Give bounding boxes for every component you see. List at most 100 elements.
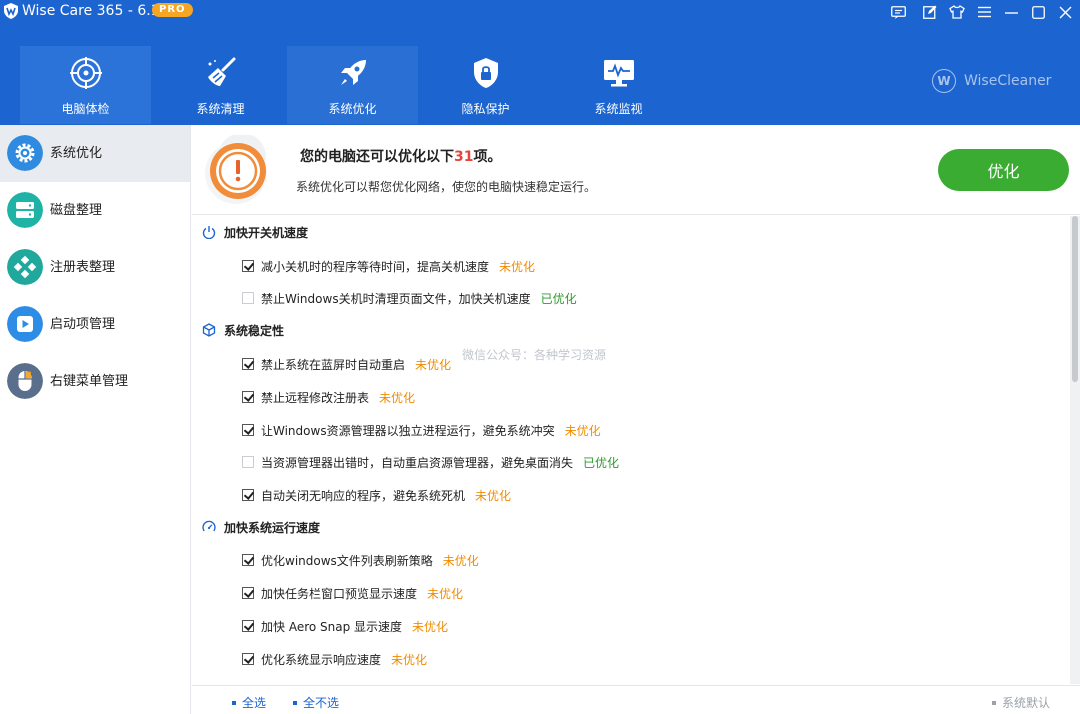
header-bar: Wise Care 365 - 6.1.7 PRO 电脑体检 系统清理 系统优化… — [0, 0, 1080, 125]
broom-icon — [207, 57, 235, 86]
app-title: Wise Care 365 - 6.1.7 — [22, 3, 173, 19]
item-checkbox[interactable] — [242, 456, 254, 468]
item-label: 禁止Windows关机时清理页面文件，加快关机速度 — [261, 291, 531, 306]
speedometer-icon — [202, 520, 216, 532]
gear-icon — [7, 135, 43, 171]
tab-label: 系统清理 — [196, 102, 245, 116]
tab-system-monitor[interactable]: 系统监视 — [553, 46, 684, 124]
section-title: 系统稳定性 — [224, 323, 285, 338]
list-item[interactable]: 加快 Aero Snap 显示速度 未优化 — [242, 617, 448, 635]
list-item[interactable]: 让Windows资源管理器以独立进程运行，避免系统冲突 未优化 — [242, 421, 601, 439]
item-label: 禁止远程修改注册表 — [261, 390, 370, 405]
mouse-icon — [7, 363, 43, 399]
registry-icon — [7, 249, 43, 285]
sidebar-item-label: 系统优化 — [50, 146, 103, 161]
power-icon — [202, 226, 216, 239]
sidebar-item-label: 右键菜单管理 — [50, 374, 129, 389]
system-default-label: 系统默认 — [1002, 696, 1051, 710]
section-header: 系统稳定性 — [202, 320, 284, 340]
tab-privacy[interactable]: 隐私保护 — [420, 46, 551, 124]
tab-pc-checkup[interactable]: 电脑体检 — [20, 46, 151, 124]
tab-system-optimize[interactable]: 系统优化 — [287, 46, 418, 124]
item-status: 未优化 — [564, 423, 601, 438]
monitor-icon — [603, 60, 634, 87]
sidebar-item-label: 启动项管理 — [50, 317, 116, 332]
rocket-icon — [340, 60, 366, 85]
maximize-icon[interactable] — [1028, 3, 1048, 21]
list-item[interactable]: 优化windows文件列表刷新策略 未优化 — [242, 551, 479, 569]
wisecleaner-brand: W WiseCleaner — [932, 69, 1051, 93]
item-status: 未优化 — [379, 390, 416, 405]
bullet-icon — [232, 700, 236, 705]
item-checkbox[interactable] — [242, 424, 254, 436]
list-item[interactable]: 加快任务栏窗口预览显示速度 未优化 — [242, 584, 463, 602]
cube-icon — [202, 323, 216, 337]
optimize-button[interactable]: 优化 — [938, 149, 1069, 191]
item-label: 减小关机时的程序等待时间，提高关机速度 — [261, 259, 490, 274]
title-bar[interactable]: Wise Care 365 - 6.1.7 PRO — [0, 0, 1080, 24]
select-all-link[interactable]: 全选 — [232, 694, 266, 711]
item-label: 加快任务栏窗口预览显示速度 — [261, 586, 418, 601]
item-label: 加快 Aero Snap 显示速度 — [261, 619, 403, 634]
item-checkbox[interactable] — [242, 489, 254, 501]
close-icon[interactable] — [1055, 3, 1075, 21]
brand-name: WiseCleaner — [964, 73, 1052, 89]
tab-label: 系统监视 — [594, 102, 643, 116]
item-checkbox[interactable] — [242, 260, 254, 272]
tab-system-clean[interactable]: 系统清理 — [155, 46, 286, 124]
list-scrollbar[interactable] — [1070, 216, 1080, 684]
select-none-link[interactable]: 全不选 — [293, 694, 339, 711]
item-checkbox[interactable] — [242, 653, 254, 665]
scrollbar-thumb[interactable] — [1072, 216, 1078, 382]
shield-lock-icon — [473, 58, 498, 88]
item-status: 未优化 — [442, 553, 479, 568]
item-label: 让Windows资源管理器以独立进程运行，避免系统冲突 — [261, 423, 555, 438]
section-title: 加快开关机速度 — [224, 225, 309, 240]
item-status: 未优化 — [412, 619, 449, 634]
item-label: 优化windows文件列表刷新策略 — [261, 553, 433, 568]
section-header: 加快系统运行速度 — [202, 517, 320, 537]
tab-label: 电脑体检 — [61, 102, 110, 116]
item-checkbox[interactable] — [242, 391, 254, 403]
optimize-summary-title: 您的电脑还可以优化以下31项。 — [300, 149, 502, 165]
watermark-text: 微信公众号：各种学习资源 — [462, 348, 607, 362]
item-checkbox[interactable] — [242, 358, 254, 370]
sidebar-item-startup[interactable]: 启动项管理 — [0, 296, 190, 353]
item-checkbox[interactable] — [242, 554, 254, 566]
target-icon — [69, 57, 102, 89]
list-item[interactable]: 优化系统显示响应速度 未优化 — [242, 650, 427, 668]
item-checkbox[interactable] — [242, 292, 254, 304]
item-checkbox[interactable] — [242, 587, 254, 599]
list-item[interactable]: 自动关闭无响应的程序，避免系统死机 未优化 — [242, 486, 511, 504]
minimize-icon[interactable] — [1001, 3, 1021, 21]
system-default-link[interactable]: 系统默认 — [992, 694, 1050, 711]
disk-icon — [7, 192, 43, 228]
edit-icon[interactable] — [920, 3, 940, 21]
item-checkbox[interactable] — [242, 620, 254, 632]
select-all-label: 全选 — [242, 696, 267, 710]
sidebar-item-disk-defrag[interactable]: 磁盘整理 — [0, 182, 190, 239]
menu-icon[interactable] — [974, 3, 994, 21]
list-item[interactable]: 禁止Windows关机时清理页面文件，加快关机速度 已优化 — [242, 289, 577, 307]
wisecleaner-logo: W — [932, 69, 956, 93]
item-status: 未优化 — [427, 586, 464, 601]
sidebar-item-registry[interactable]: 注册表整理 — [0, 239, 190, 296]
sidebar-item-system-optimize[interactable]: 系统优化 — [0, 125, 190, 182]
item-status: 未优化 — [415, 357, 452, 372]
item-label: 禁止系统在蓝屏时自动重启 — [261, 357, 406, 372]
sidebar-item-label: 磁盘整理 — [50, 203, 103, 218]
optimize-summary-banner: 您的电脑还可以优化以下31项。 系统优化可以帮您优化网络，使您的电脑快速稳定运行… — [192, 125, 1080, 215]
bullet-icon — [293, 700, 297, 705]
play-icon — [7, 306, 43, 342]
select-none-label: 全不选 — [303, 696, 340, 710]
list-item[interactable]: 减小关机时的程序等待时间，提高关机速度 未优化 — [242, 257, 535, 275]
feedback-icon[interactable] — [888, 3, 908, 21]
list-item[interactable]: 禁止系统在蓝屏时自动重启 未优化 — [242, 355, 451, 373]
pro-badge: PRO — [152, 3, 193, 17]
list-item[interactable]: 当资源管理器出错时，自动重启资源管理器，避免桌面消失 已优化 — [242, 453, 619, 471]
list-item[interactable]: 禁止远程修改注册表 未优化 — [242, 388, 415, 406]
optimization-list: 加快开关机速度 减小关机时的程序等待时间，提高关机速度 未优化 禁止Window… — [192, 216, 1070, 684]
skin-icon[interactable] — [947, 3, 967, 21]
sidebar-item-context-menu[interactable]: 右键菜单管理 — [0, 353, 190, 410]
footer-bar: 全选 全不选 系统默认 — [192, 685, 1080, 714]
